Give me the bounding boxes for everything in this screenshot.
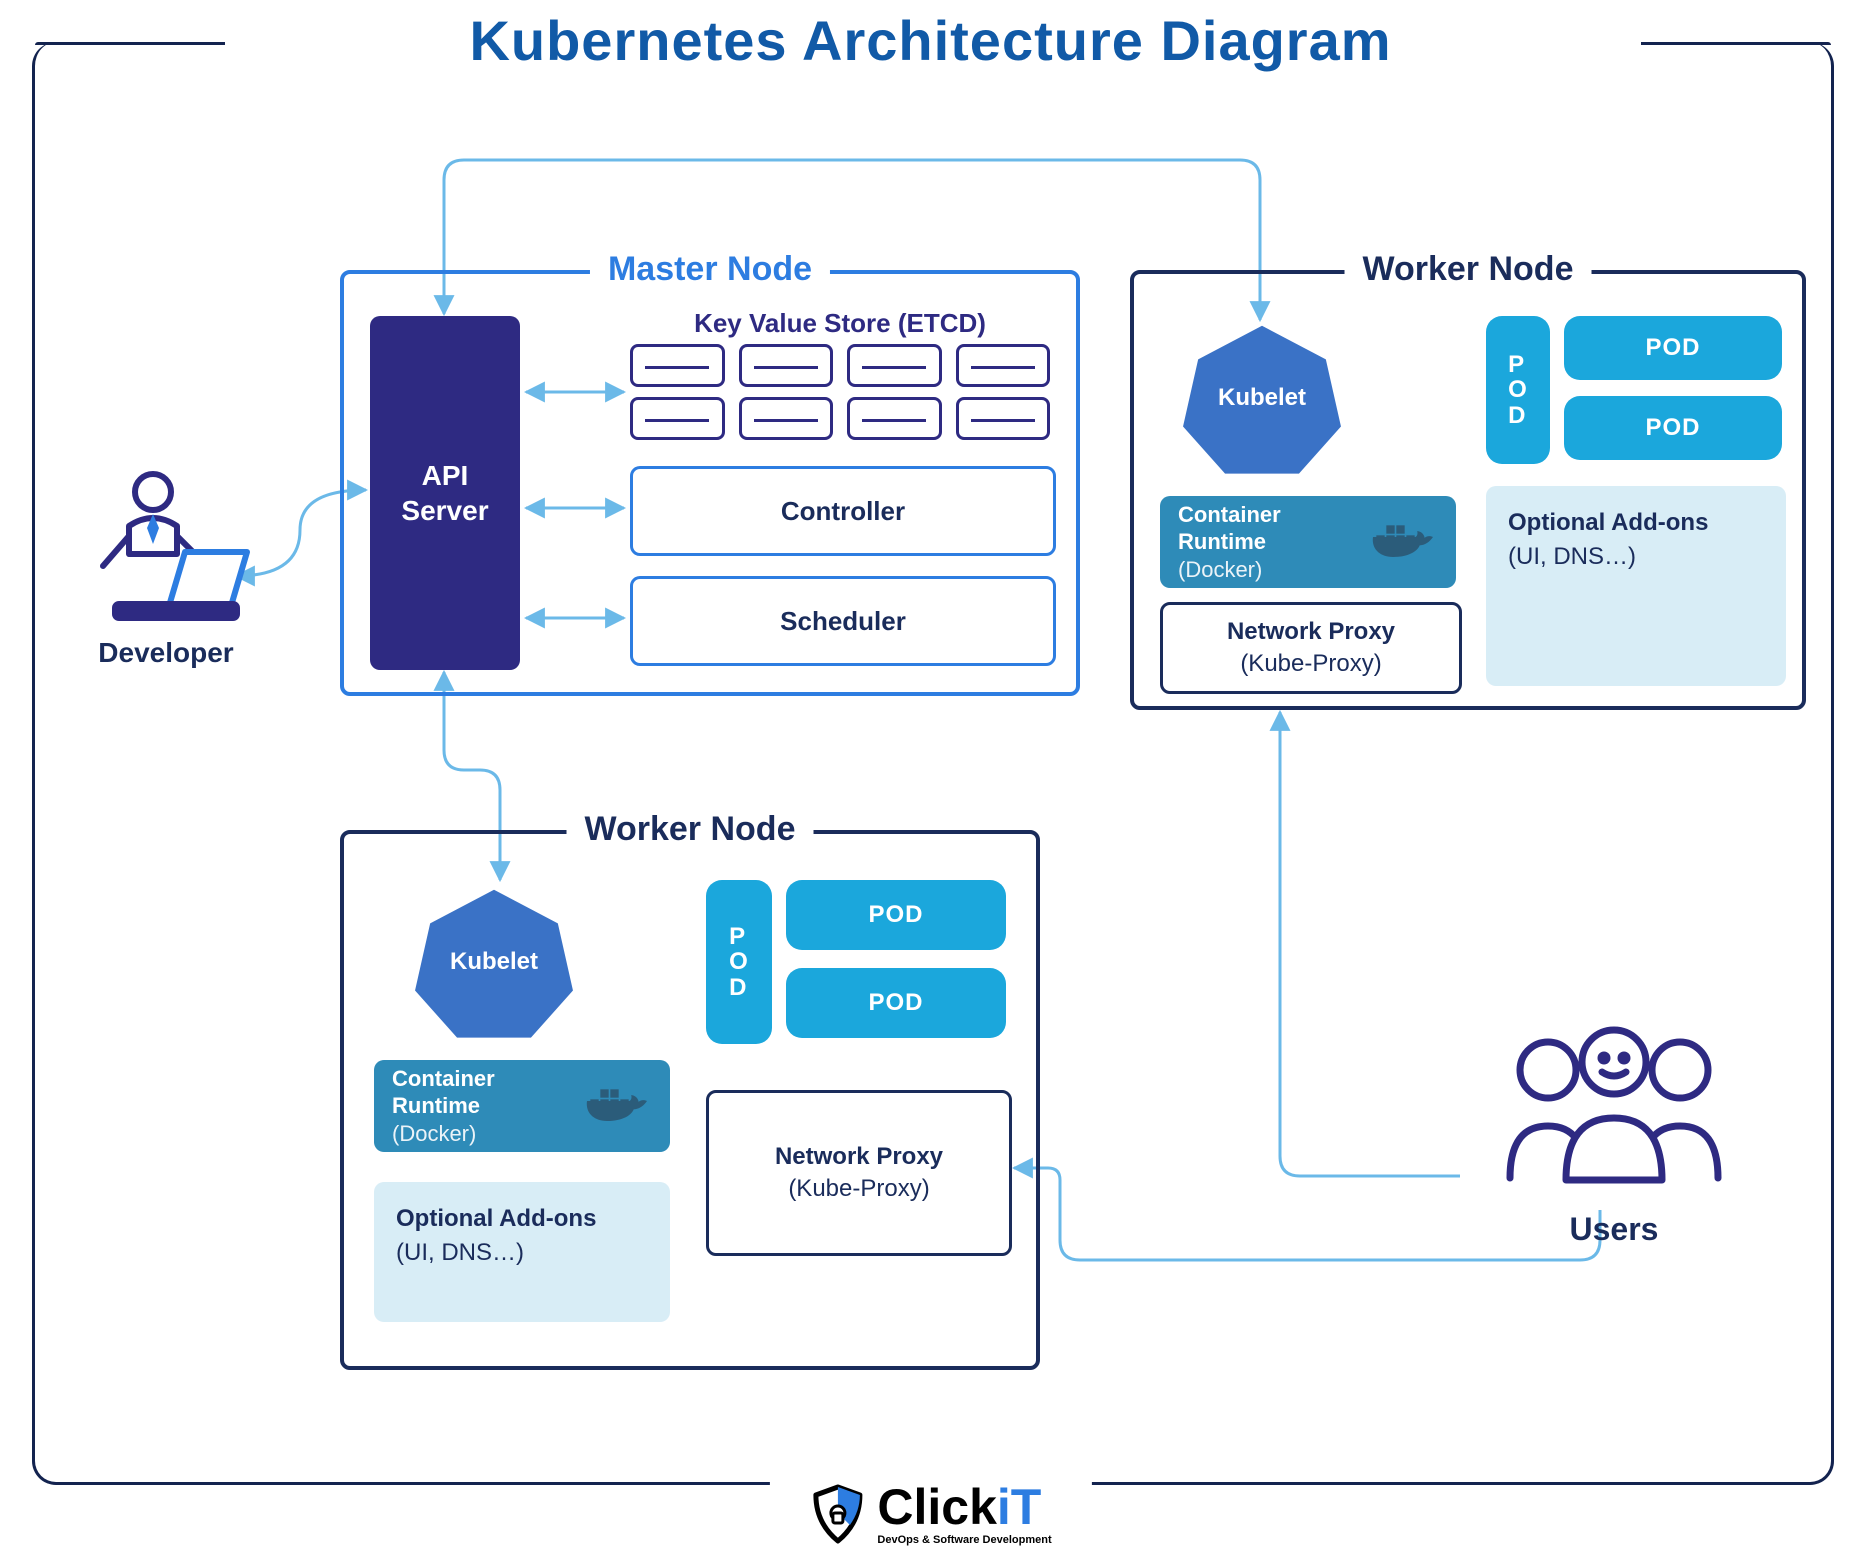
netproxy-title: Network Proxy bbox=[1227, 616, 1395, 648]
etcd-icon bbox=[847, 344, 942, 387]
pod-box: POD bbox=[1564, 396, 1782, 460]
kubelet-heptagon: Kubelet bbox=[1178, 322, 1346, 474]
addons-sub: (UI, DNS…) bbox=[1508, 540, 1764, 574]
scheduler-box: Scheduler bbox=[630, 576, 1056, 666]
netproxy-title: Network Proxy bbox=[775, 1141, 943, 1173]
logo-tagline: DevOps & Software Development bbox=[877, 1534, 1051, 1546]
logo-brand-b: iT bbox=[997, 1479, 1041, 1535]
etcd-icon bbox=[956, 344, 1051, 387]
brand-logo: ClickiT DevOps & Software Development bbox=[769, 1482, 1091, 1546]
worker-node-bottom-label: Worker Node bbox=[567, 810, 814, 849]
docker-icon bbox=[582, 1081, 652, 1131]
docker-icon bbox=[1368, 517, 1438, 567]
kubelet-label: Kubelet bbox=[410, 948, 578, 976]
addons-box: Optional Add-ons (UI, DNS…) bbox=[374, 1182, 670, 1322]
developer-actor: Developer bbox=[56, 466, 276, 669]
etcd-icon bbox=[739, 397, 834, 440]
etcd-icon bbox=[630, 397, 725, 440]
pod-box: POD bbox=[786, 880, 1006, 950]
diagram-title: Kubernetes Architecture Diagram bbox=[0, 8, 1861, 73]
users-actor: Users bbox=[1464, 1018, 1764, 1248]
addons-title: Optional Add-ons bbox=[396, 1202, 648, 1236]
etcd-icon bbox=[847, 397, 942, 440]
controller-box: Controller bbox=[630, 466, 1056, 556]
worker-node-top-label: Worker Node bbox=[1345, 250, 1592, 289]
kubelet-heptagon: Kubelet bbox=[410, 886, 578, 1038]
runtime-sub: (Docker) bbox=[392, 1120, 572, 1148]
network-proxy-box: Network Proxy (Kube-Proxy) bbox=[706, 1090, 1012, 1256]
api-server-label: API Server bbox=[401, 458, 488, 528]
etcd-icon bbox=[630, 344, 725, 387]
pod-vertical: POD bbox=[1486, 316, 1550, 464]
etcd-icon bbox=[739, 344, 834, 387]
etcd-label: Key Value Store (ETCD) bbox=[630, 308, 1050, 339]
users-icon bbox=[1484, 1018, 1744, 1198]
container-runtime-box: Container Runtime (Docker) bbox=[374, 1060, 670, 1152]
runtime-sub: (Docker) bbox=[1178, 556, 1358, 584]
developer-icon bbox=[81, 466, 251, 626]
etcd-icon bbox=[956, 397, 1051, 440]
addons-box: Optional Add-ons (UI, DNS…) bbox=[1486, 486, 1786, 686]
etcd-icon-group bbox=[630, 344, 1050, 440]
users-label: Users bbox=[1464, 1211, 1764, 1248]
runtime-title: Container Runtime bbox=[392, 1065, 572, 1120]
netproxy-sub: (Kube-Proxy) bbox=[788, 1173, 929, 1205]
api-server-box: API Server bbox=[370, 316, 520, 670]
network-proxy-box: Network Proxy (Kube-Proxy) bbox=[1160, 602, 1462, 694]
runtime-title: Container Runtime bbox=[1178, 501, 1358, 556]
master-node-label: Master Node bbox=[590, 250, 830, 289]
logo-brand-a: Click bbox=[877, 1479, 997, 1535]
netproxy-sub: (Kube-Proxy) bbox=[1240, 648, 1381, 680]
pod-vertical: POD bbox=[706, 880, 772, 1044]
addons-title: Optional Add-ons bbox=[1508, 506, 1764, 540]
kubelet-label: Kubelet bbox=[1178, 384, 1346, 412]
pod-box: POD bbox=[1564, 316, 1782, 380]
shield-icon bbox=[809, 1483, 865, 1545]
developer-label: Developer bbox=[56, 637, 276, 669]
container-runtime-box: Container Runtime (Docker) bbox=[1160, 496, 1456, 588]
addons-sub: (UI, DNS…) bbox=[396, 1236, 648, 1270]
pod-box: POD bbox=[786, 968, 1006, 1038]
